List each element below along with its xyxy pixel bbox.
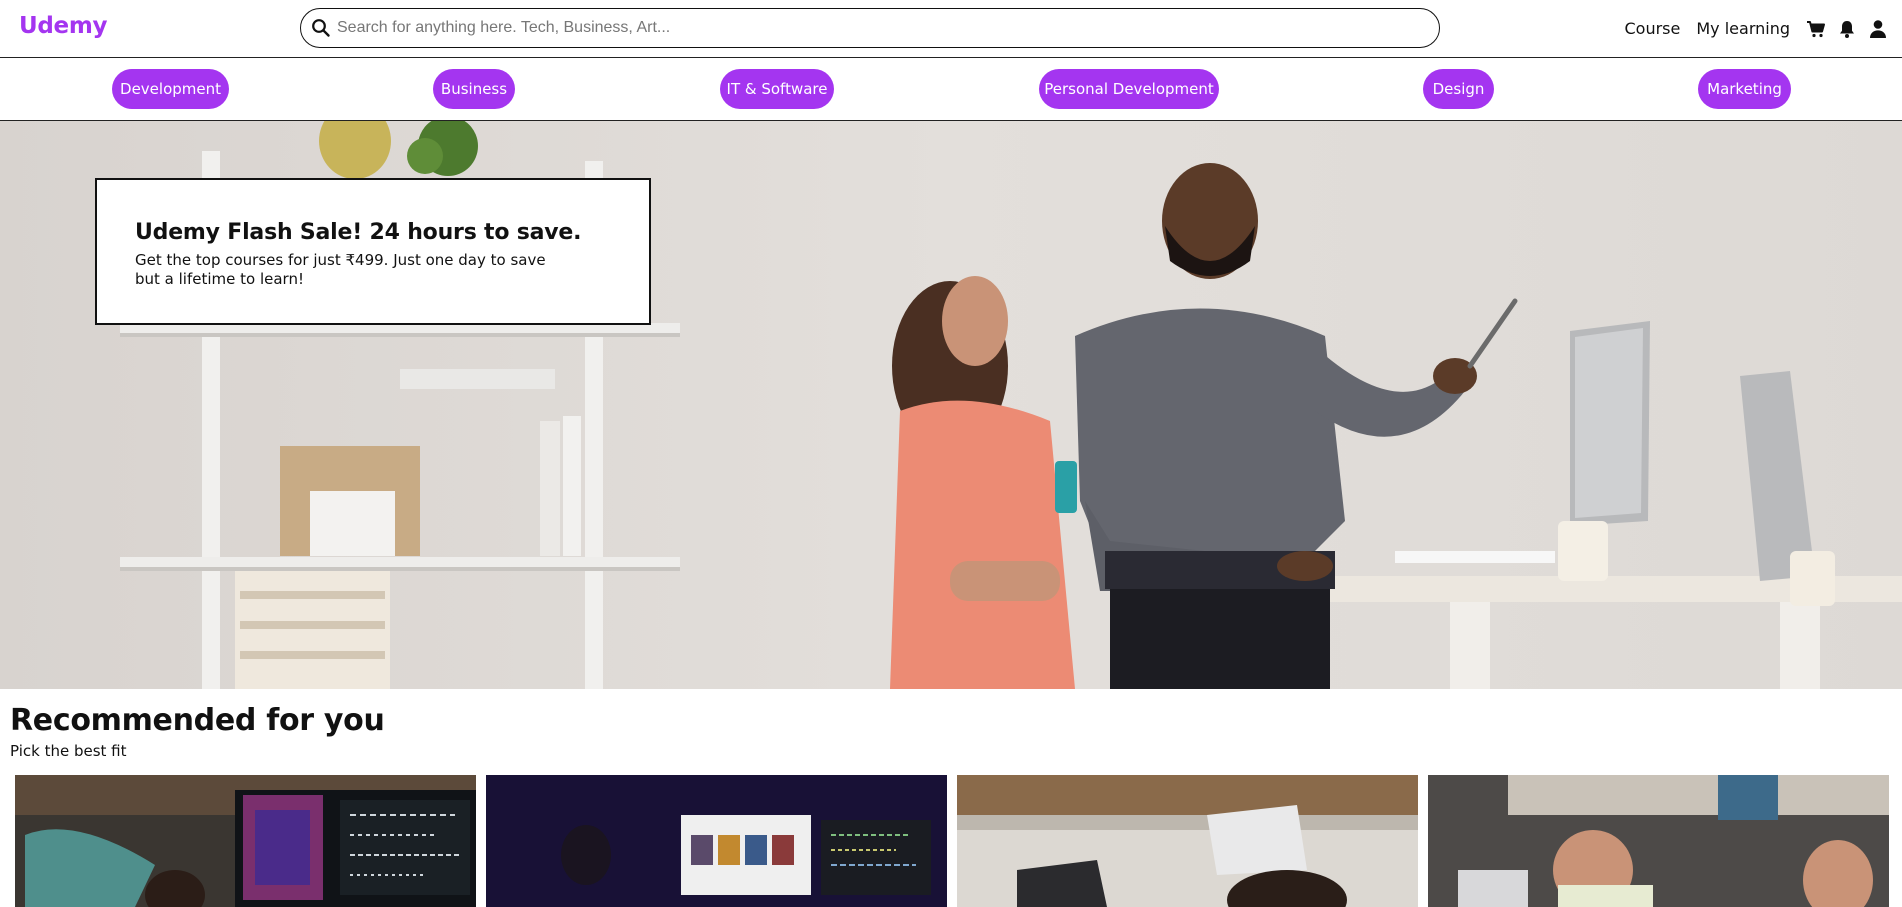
course-link[interactable]: Course xyxy=(1625,19,1681,38)
course-card[interactable] xyxy=(957,775,1418,907)
category-it-software[interactable]: IT & Software xyxy=(720,69,834,109)
category-personal-development[interactable]: Personal Development xyxy=(1039,69,1219,109)
category-business[interactable]: Business xyxy=(433,69,515,109)
category-development[interactable]: Development xyxy=(112,69,229,109)
hero-banner: Udemy Flash Sale! 24 hours to save. Get … xyxy=(0,121,1902,689)
course-card[interactable] xyxy=(15,775,476,907)
recommended-subtitle: Pick the best fit xyxy=(10,742,127,760)
udemy-logo[interactable]: Udemy xyxy=(19,13,108,39)
course-card[interactable] xyxy=(1428,775,1889,907)
course-thumbnail[interactable] xyxy=(957,775,1418,907)
flash-sale-promo: Udemy Flash Sale! 24 hours to save. Get … xyxy=(95,178,651,325)
bell-icon[interactable] xyxy=(1837,19,1857,39)
my-learning-link[interactable]: My learning xyxy=(1696,19,1790,38)
header-actions: Course My learning xyxy=(1625,0,1902,57)
category-bar: Development Business IT & Software Perso… xyxy=(0,58,1902,121)
promo-title: Udemy Flash Sale! 24 hours to save. xyxy=(135,220,582,245)
cart-icon[interactable] xyxy=(1806,19,1826,39)
course-thumbnail[interactable] xyxy=(1428,775,1889,907)
search-icon[interactable] xyxy=(311,18,331,38)
promo-text: Get the top courses for just ₹499. Just … xyxy=(135,251,546,288)
category-design[interactable]: Design xyxy=(1423,69,1494,109)
search-input[interactable] xyxy=(337,15,1427,41)
search-bar[interactable] xyxy=(300,8,1440,48)
course-thumbnail[interactable] xyxy=(486,775,947,907)
top-navigation-bar: Udemy Course My learning xyxy=(0,0,1902,58)
category-marketing[interactable]: Marketing xyxy=(1698,69,1791,109)
course-thumbnail[interactable] xyxy=(15,775,476,907)
course-card[interactable] xyxy=(486,775,947,907)
user-icon[interactable] xyxy=(1868,19,1888,39)
recommended-title: Recommended for you xyxy=(10,703,385,738)
